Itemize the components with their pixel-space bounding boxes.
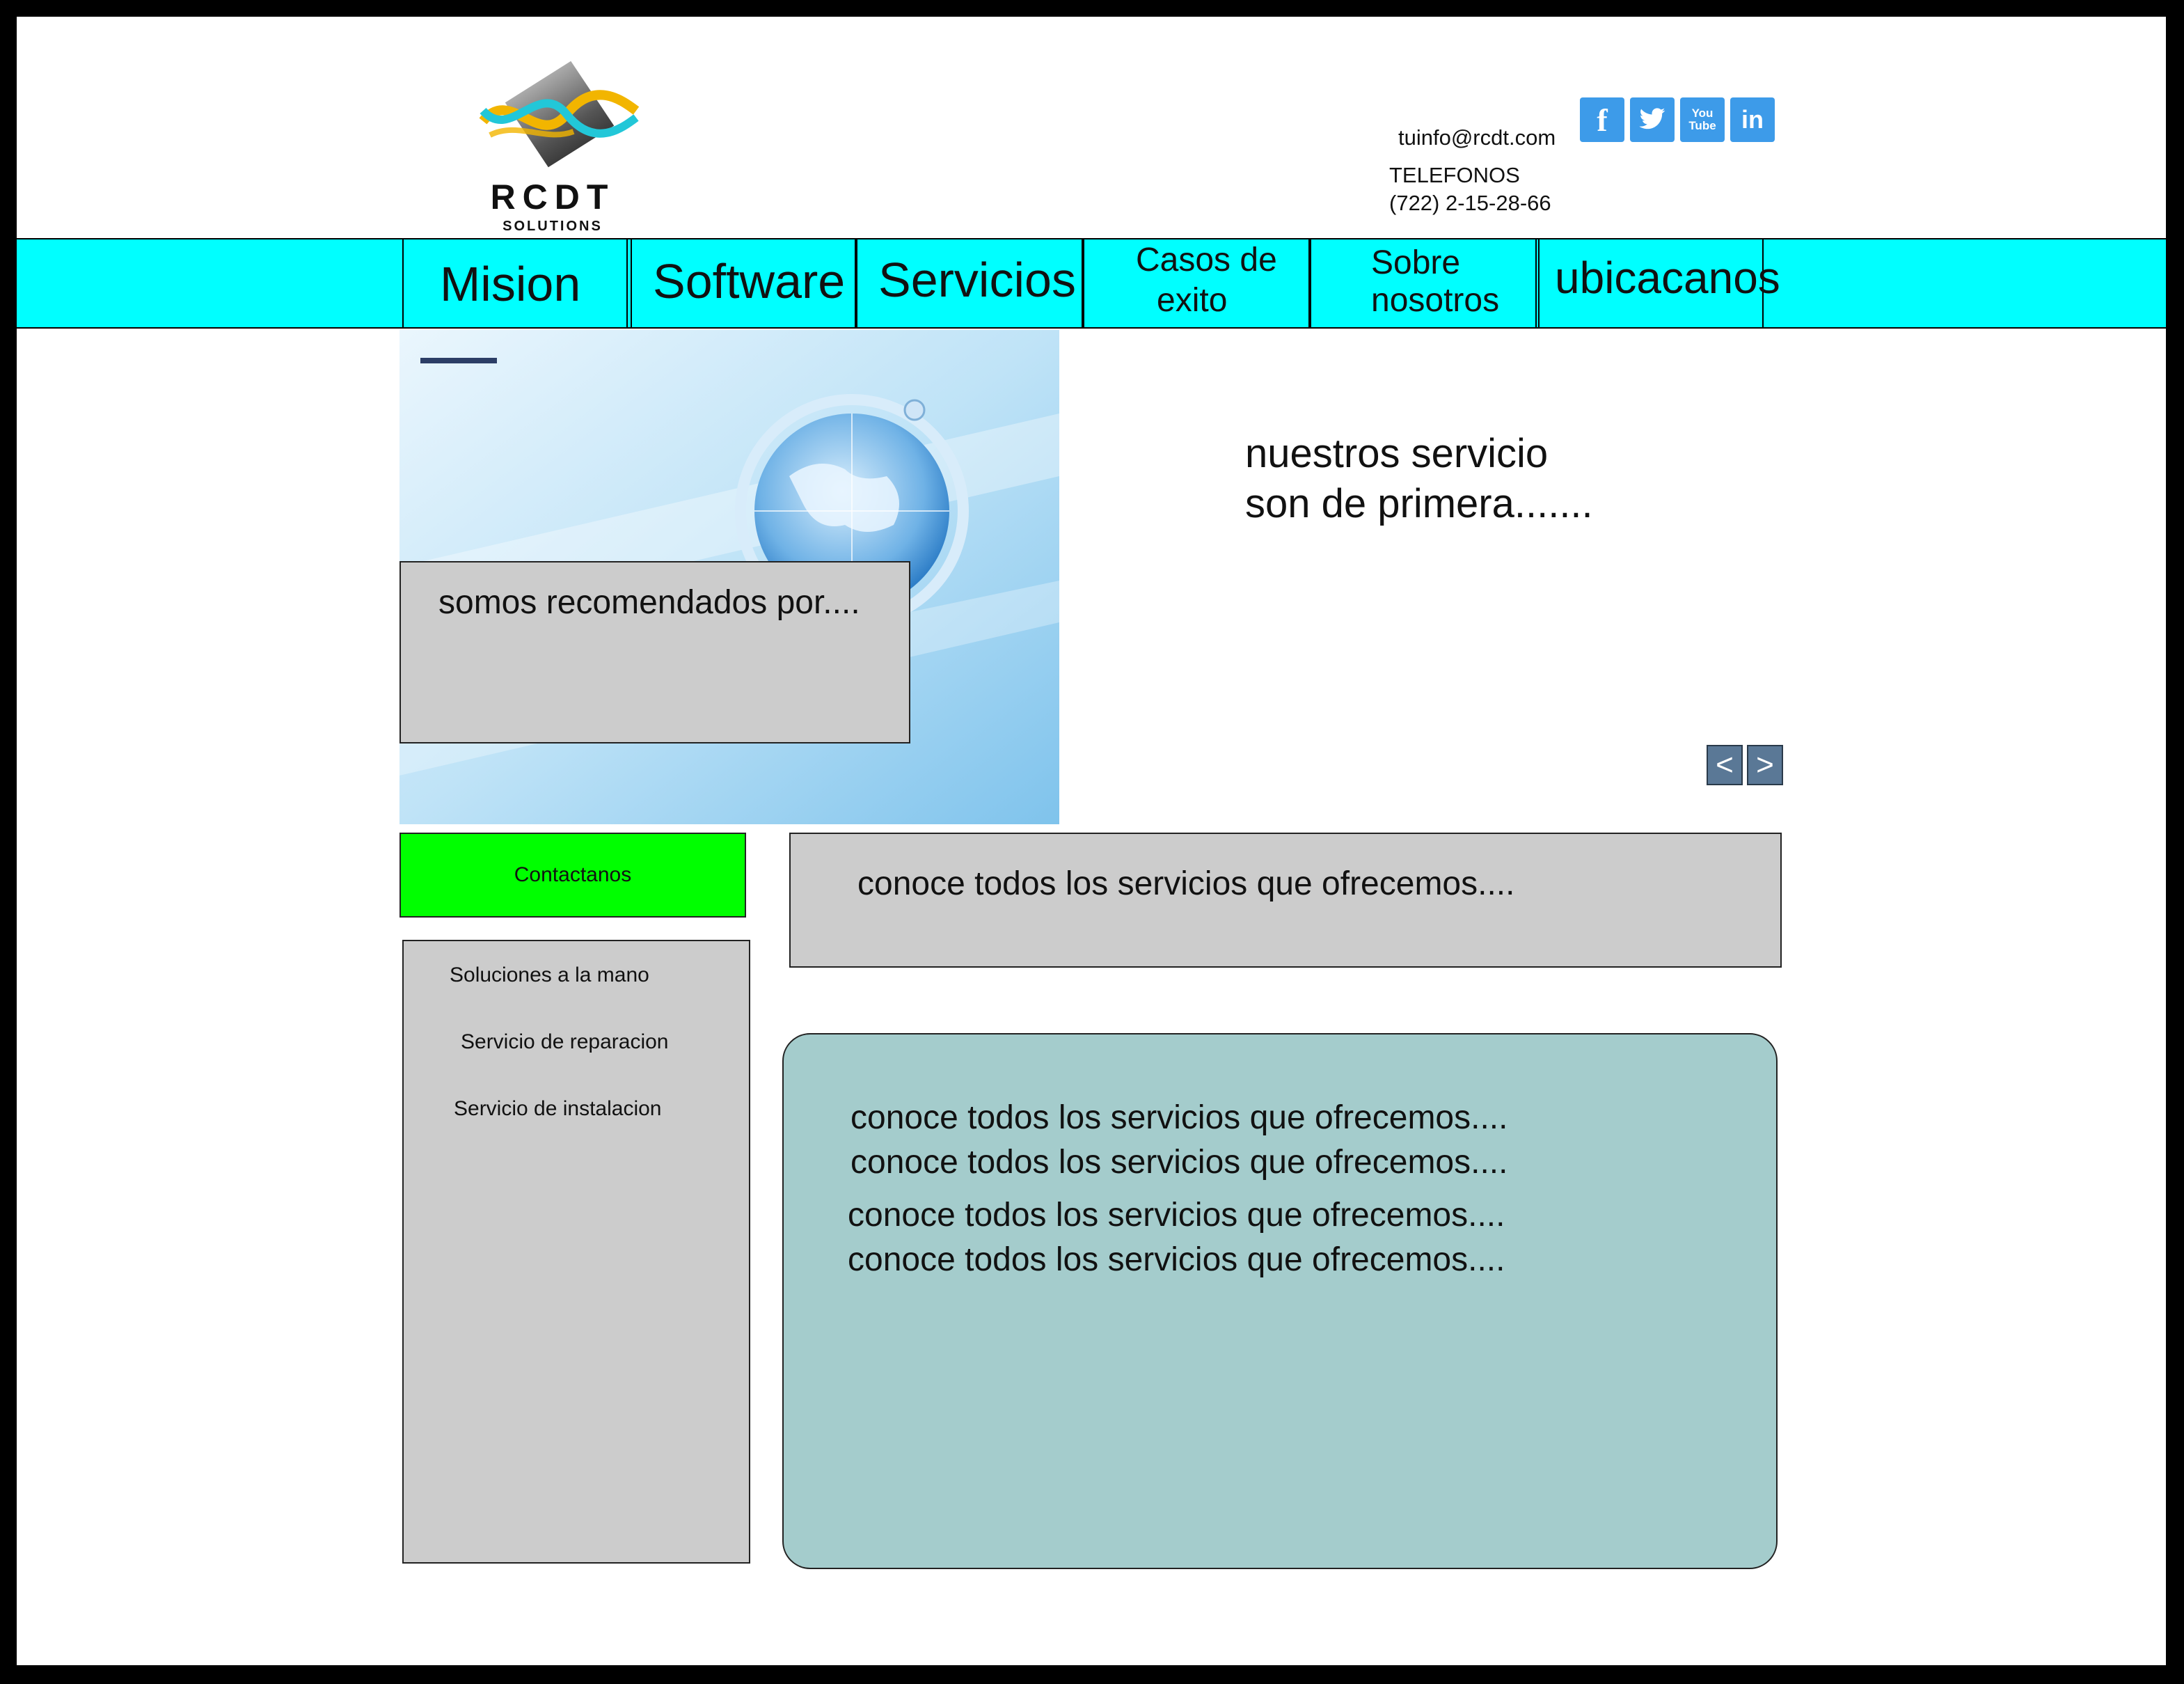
recommended-box: somos recomendados por....: [399, 561, 910, 743]
logo-subtitle: SOLUTIONS: [503, 219, 603, 234]
twitter-icon[interactable]: [1630, 97, 1675, 142]
hero-headline-line2: son de primera.......: [1245, 481, 1593, 526]
nav-label-sobre-line1: Sobre: [1371, 244, 1461, 281]
services-banner-text: conoce todos los servicios que ofrecemos…: [857, 865, 1515, 902]
hero-headline-line1: nuestros servicio: [1245, 431, 1549, 476]
nav-label-ubicacanos: ubicacanos: [1555, 253, 1780, 303]
nav-item-mision[interactable]: Mision: [402, 239, 628, 327]
sidebar-link-soluciones[interactable]: Soluciones a la mano: [450, 963, 649, 987]
nav-item-ubicacanos[interactable]: ubicacanos: [1538, 239, 1780, 327]
twitter-bird-icon: [1639, 108, 1665, 129]
services-line-3: conoce todos los servicios que ofrecemos…: [848, 1197, 1505, 1234]
phone-number: (722) 2-15-28-66: [1389, 191, 1551, 215]
nav-label-software: Software: [653, 254, 846, 308]
services-banner: conoce todos los servicios que ofrecemos…: [789, 833, 1782, 968]
services-line-1: conoce todos los servicios que ofrecemos…: [850, 1099, 1508, 1136]
nav-item-software[interactable]: Software: [631, 239, 856, 327]
slider-next-button[interactable]: >: [1747, 745, 1783, 785]
youtube-icon[interactable]: You Tube: [1680, 97, 1725, 142]
phone-label: TELEFONOS: [1389, 163, 1520, 187]
sidebar-link-reparacion[interactable]: Servicio de reparacion: [461, 1030, 669, 1054]
logo-mark-icon: [479, 61, 640, 168]
main-navigation: Mision Software Servicios Casos de exito…: [17, 238, 2166, 329]
sidebar-panel: Soluciones a la mano Servicio de reparac…: [402, 940, 750, 1564]
nav-item-servicios[interactable]: Servicios: [856, 239, 1083, 327]
facebook-icon[interactable]: f: [1580, 97, 1624, 142]
nav-item-casos-de-exito[interactable]: Casos de exito: [1083, 239, 1310, 327]
rcdt-logo[interactable]: RCDT SOLUTIONS: [462, 45, 643, 239]
page: RCDT SOLUTIONS tuinfo@rcdt.com TELEFONOS…: [17, 17, 2166, 1665]
slider-prev-button[interactable]: <: [1707, 745, 1743, 785]
recommended-text: somos recomendados por....: [438, 584, 860, 621]
linkedin-icon[interactable]: in: [1730, 97, 1775, 142]
nav-label-sobre-line2: nosotros: [1371, 282, 1500, 319]
nav-label-mision: Mision: [440, 257, 581, 311]
services-line-2: conoce todos los servicios que ofrecemos…: [850, 1144, 1508, 1181]
nav-label-servicios: Servicios: [878, 253, 1076, 307]
services-line-4: conoce todos los servicios que ofrecemos…: [848, 1241, 1505, 1278]
logo-wordmark: RCDT: [490, 178, 615, 217]
email-link[interactable]: tuinfo@rcdt.com: [1398, 125, 1556, 150]
sidebar-link-instalacion[interactable]: Servicio de instalacion: [454, 1097, 662, 1121]
hero-headline: nuestros servicio son de primera.......: [1245, 429, 1593, 529]
nav-item-sobre-nosotros[interactable]: Sobre nosotros: [1310, 239, 1537, 327]
services-info-panel: conoce todos los servicios que ofrecemos…: [782, 1033, 1778, 1569]
nav-label-casos-line2: exito: [1157, 282, 1228, 319]
contact-button[interactable]: Contactanos: [399, 833, 746, 918]
nav-label-casos-line1: Casos de: [1136, 242, 1277, 278]
